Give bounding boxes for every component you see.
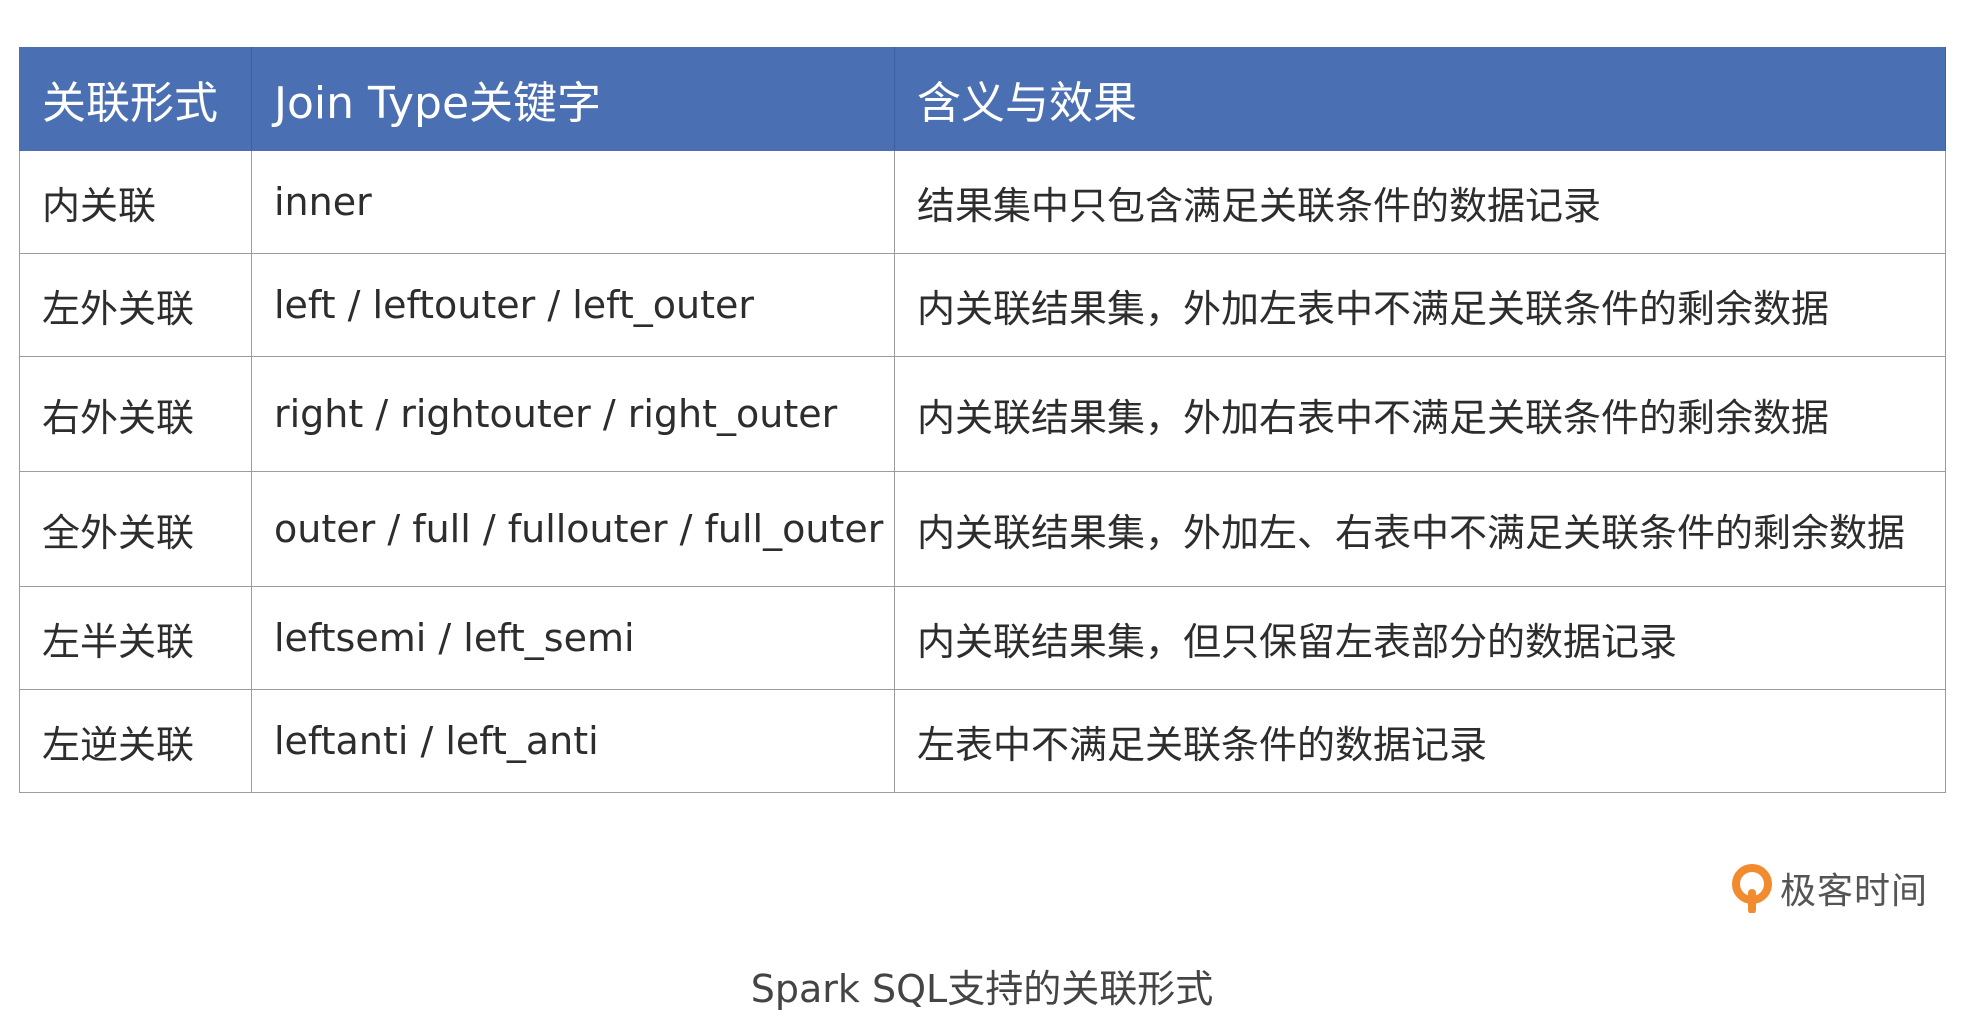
table-row: 内关联 inner 结果集中只包含满足关联条件的数据记录 [19, 150, 1946, 254]
join-types-table-container: 关联形式 Join Type关键字 含义与效果 内关联 inner 结果集中只包… [19, 47, 1946, 793]
cell-join-form: 全外关联 [19, 471, 252, 587]
table-header: 关联形式 Join Type关键字 含义与效果 [19, 47, 1946, 151]
join-types-table: 关联形式 Join Type关键字 含义与效果 内关联 inner 结果集中只包… [19, 47, 1946, 793]
table-row: 右外关联 right / rightouter / right_outer 内关… [19, 356, 1946, 472]
cell-join-keyword: left / leftouter / left_outer [251, 253, 895, 357]
header-meaning: 含义与效果 [894, 47, 1946, 151]
cell-join-keyword: leftanti / left_anti [251, 689, 895, 793]
cell-join-keyword: right / rightouter / right_outer [251, 356, 895, 472]
header-row: 关联形式 Join Type关键字 含义与效果 [19, 47, 1946, 151]
cell-join-form: 右外关联 [19, 356, 252, 472]
cell-meaning: 内关联结果集，但只保留左表部分的数据记录 [894, 586, 1946, 690]
cell-meaning: 左表中不满足关联条件的数据记录 [894, 689, 1946, 793]
cell-join-keyword: outer / full / fullouter / full_outer [251, 471, 895, 587]
cell-join-keyword: inner [251, 150, 895, 254]
table-row: 左逆关联 leftanti / left_anti 左表中不满足关联条件的数据记… [19, 689, 1946, 793]
cell-meaning: 内关联结果集，外加右表中不满足关联条件的剩余数据 [894, 356, 1946, 472]
header-join-form: 关联形式 [19, 47, 252, 151]
figure-caption: Spark SQL支持的关联形式 [750, 967, 1214, 1011]
table-row: 全外关联 outer / full / fullouter / full_out… [19, 471, 1946, 587]
geektime-logo-icon [1731, 864, 1772, 913]
cell-join-keyword: leftsemi / left_semi [251, 586, 895, 690]
cell-join-form: 左逆关联 [19, 689, 252, 793]
cell-meaning: 结果集中只包含满足关联条件的数据记录 [894, 150, 1946, 254]
header-join-keyword: Join Type关键字 [251, 47, 895, 151]
cell-meaning: 内关联结果集，外加左、右表中不满足关联条件的剩余数据 [894, 471, 1946, 587]
table-row: 左外关联 left / leftouter / left_outer 内关联结果… [19, 253, 1946, 357]
cell-meaning: 内关联结果集，外加左表中不满足关联条件的剩余数据 [894, 253, 1946, 357]
cell-join-form: 左半关联 [19, 586, 252, 690]
brand-name: 极客时间 [1779, 871, 1928, 912]
cell-join-form: 左外关联 [19, 253, 252, 357]
table-row: 左半关联 leftsemi / left_semi 内关联结果集，但只保留左表部… [19, 586, 1946, 690]
cell-join-form: 内关联 [19, 150, 252, 254]
table-body: 内关联 inner 结果集中只包含满足关联条件的数据记录 左外关联 left /… [19, 150, 1946, 793]
brand-watermark: 极客时间 [1730, 862, 1928, 914]
